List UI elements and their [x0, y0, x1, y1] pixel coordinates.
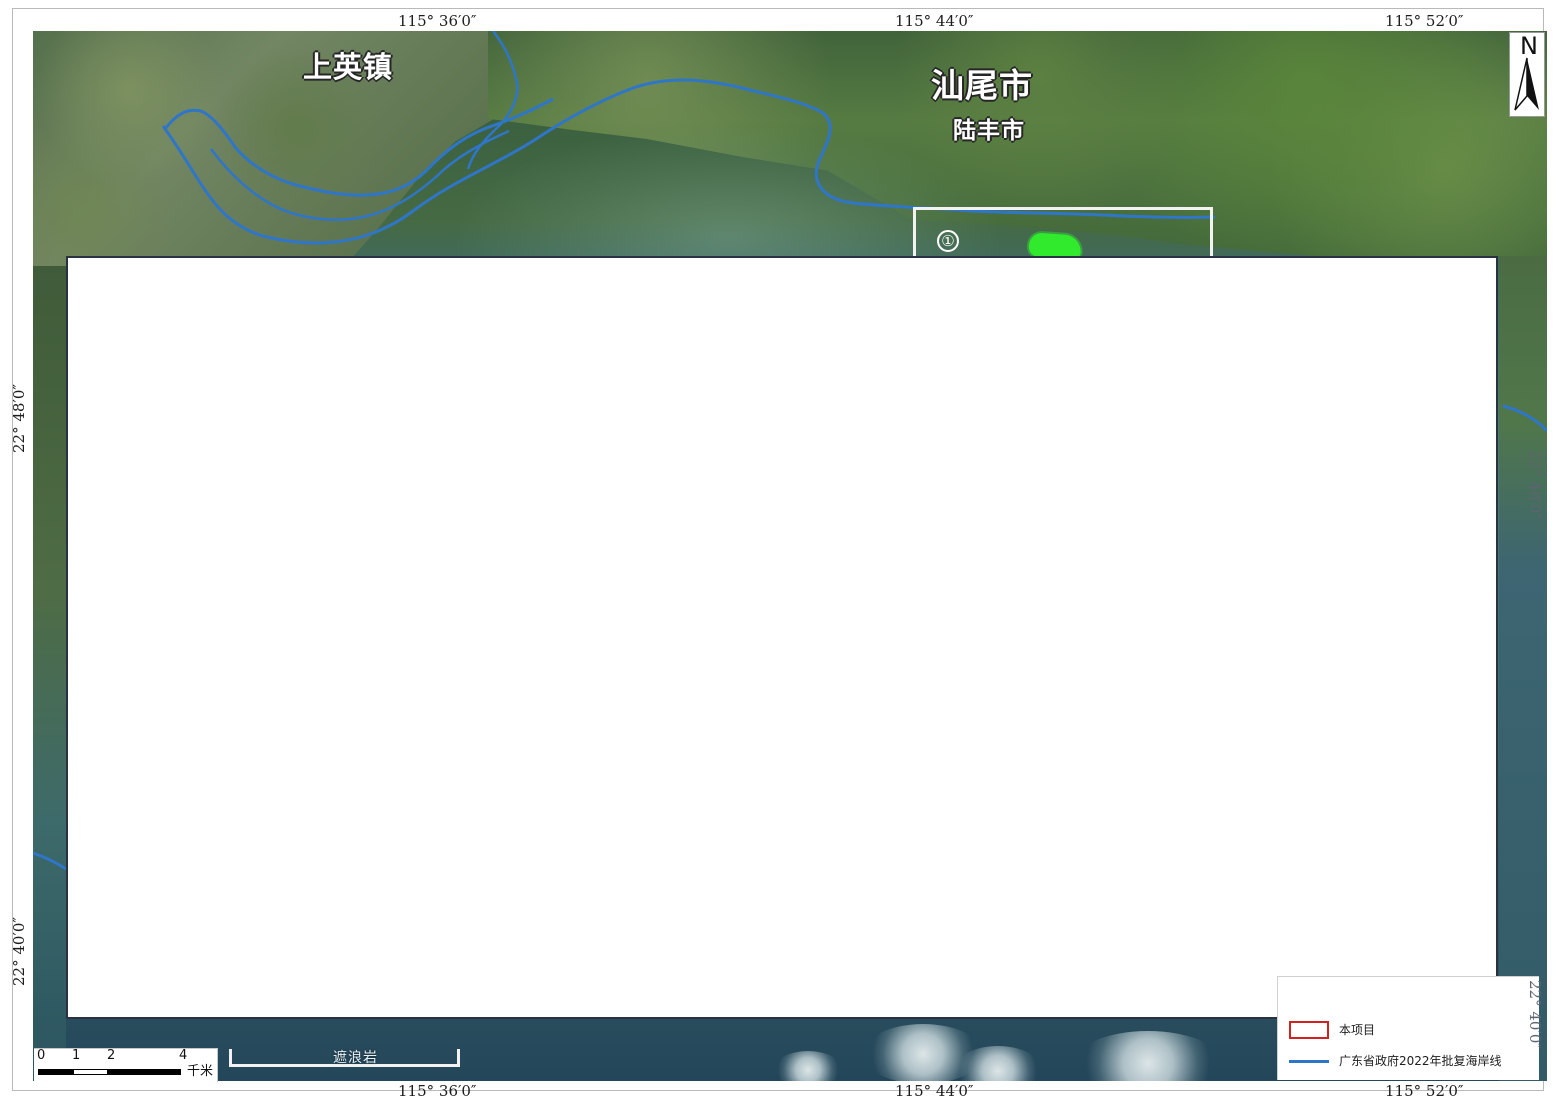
north-arrow-icon: [1514, 57, 1539, 111]
scale-tick-2: 2: [107, 1048, 116, 1063]
scale-tick-0: 0: [37, 1048, 46, 1063]
map-legend: 本项目 广东省政府2022年批复海岸线: [1277, 976, 1539, 1080]
latitude-right-2: 22° 40′0″: [1526, 980, 1544, 1049]
latitude-left-2: 22° 40′0″: [10, 917, 28, 986]
district-label: 陆丰市: [953, 118, 1025, 144]
zone-marker-1: ①: [937, 230, 959, 252]
legend-item-project: 本项目: [1289, 1021, 1375, 1039]
north-indicator: N: [1509, 32, 1545, 117]
scale-segment-black-2: [108, 1069, 181, 1075]
coastline-line-icon: [1289, 1059, 1329, 1063]
coastline-river-channel: [163, 97, 554, 197]
scale-tick-4: 4: [179, 1048, 188, 1063]
longitude-bottom-2: 115° 44′0″: [895, 1082, 974, 1100]
legend-item-coastline: 广东省政府2022年批复海岸线: [1289, 1054, 1502, 1068]
latitude-left-1: 22° 48′0″: [10, 384, 28, 453]
legend-label-project: 本项目: [1339, 1023, 1376, 1037]
scale-segment-black-1: [38, 1069, 73, 1075]
scale-bar: 0 1 2 4 千米: [34, 1048, 218, 1082]
coastline-river-channel-2: [210, 129, 510, 221]
scale-tick-1: 1: [72, 1048, 81, 1063]
legend-label-coastline: 广东省政府2022年批复海岸线: [1339, 1054, 1502, 1068]
scale-segment-white: [73, 1069, 108, 1075]
coastline-left-lower: [33, 851, 67, 871]
latitude-right-1: 22° 48′0″: [1526, 450, 1544, 519]
project-area-icon: [1289, 1021, 1329, 1039]
longitude-bottom-3: 115° 52′0″: [1385, 1082, 1464, 1100]
town-label: 上英镇: [303, 50, 394, 84]
inset-label: 遮浪岩: [333, 1050, 378, 1066]
blank-overlay: [66, 256, 1498, 1019]
longitude-top-2: 115° 44′0″: [895, 12, 974, 30]
longitude-top-1: 115° 36′0″: [398, 12, 477, 30]
scale-unit: 千米: [186, 1064, 213, 1079]
longitude-bottom-1: 115° 36′0″: [398, 1082, 477, 1100]
city-label: 汕尾市: [931, 66, 1033, 105]
coastline-right: [1502, 404, 1547, 433]
longitude-top-3: 115° 52′0″: [1385, 12, 1464, 30]
